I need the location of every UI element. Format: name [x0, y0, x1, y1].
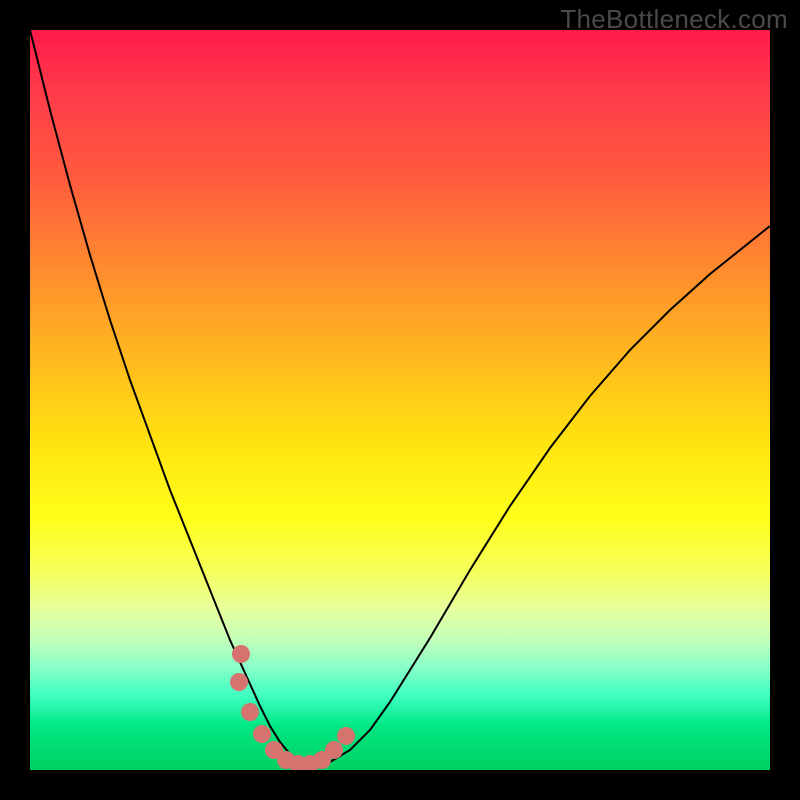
highlight-dot — [230, 673, 248, 691]
highlight-dot — [232, 645, 250, 663]
watermark-text: TheBottleneck.com — [560, 4, 788, 35]
highlight-dot — [337, 727, 355, 745]
chart-frame: TheBottleneck.com — [0, 0, 800, 800]
highlight-dots — [230, 645, 355, 770]
highlight-dot — [325, 741, 343, 759]
highlight-dot — [241, 703, 259, 721]
plot-area — [30, 30, 770, 770]
chart-svg — [30, 30, 770, 770]
bottleneck-curve — [30, 30, 770, 764]
highlight-dot — [253, 725, 271, 743]
